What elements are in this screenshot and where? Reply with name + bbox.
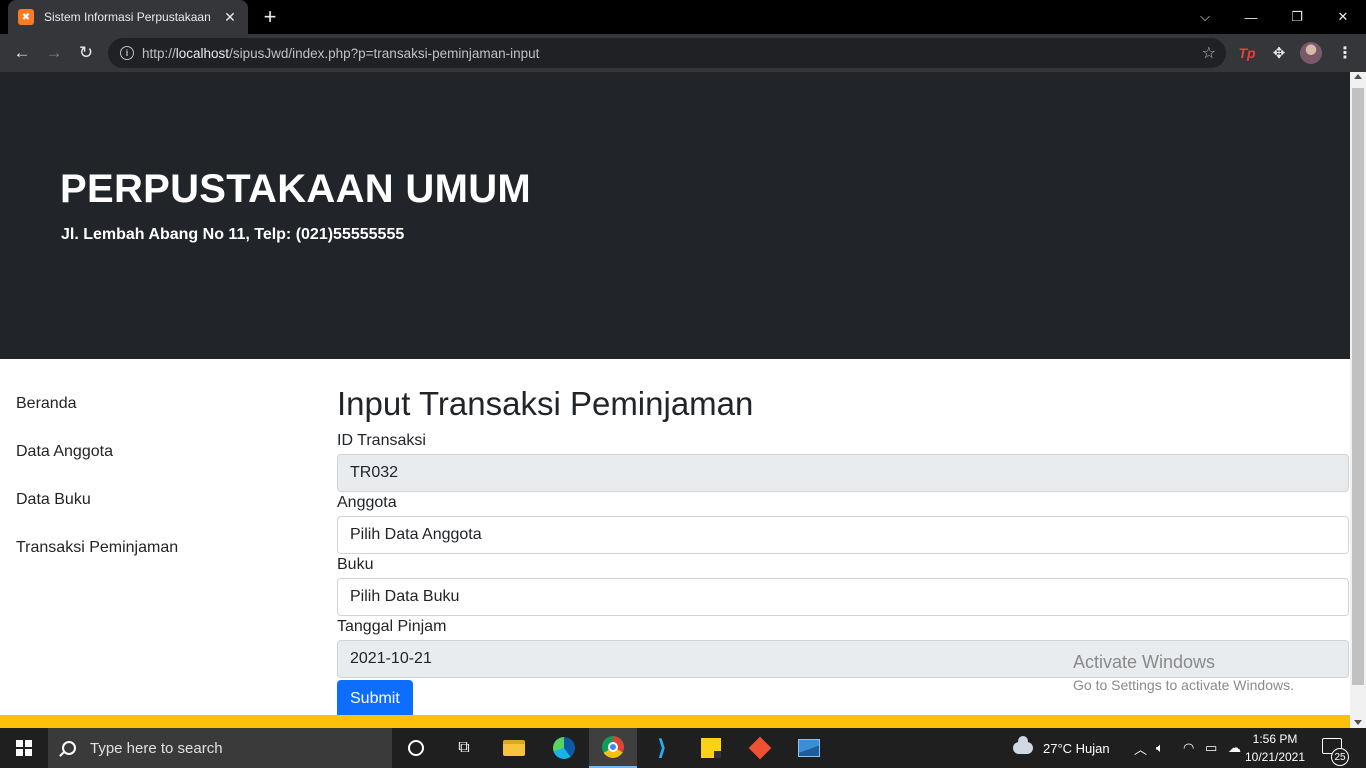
vscode-icon: ⟩ bbox=[656, 735, 668, 760]
windows-logo-icon bbox=[16, 740, 32, 756]
chrome-icon bbox=[602, 736, 624, 758]
window-close-icon[interactable]: ✕ bbox=[1320, 0, 1366, 34]
tanggal-pinjam-label: Tanggal Pinjam bbox=[337, 618, 447, 635]
scroll-down-icon[interactable] bbox=[1354, 720, 1362, 725]
edge-icon bbox=[553, 737, 575, 759]
profile-avatar[interactable] bbox=[1300, 42, 1322, 64]
anggota-select[interactable]: Pilih Data Anggota bbox=[337, 516, 1349, 554]
sidebar-item-transaksi-peminjaman[interactable]: Transaksi Peminjaman bbox=[16, 538, 178, 586]
reload-icon[interactable]: ↻ bbox=[73, 40, 99, 66]
rain-cloud-icon bbox=[1013, 736, 1033, 754]
address-bar[interactable]: i http://localhost/sipusJwd/index.php?p=… bbox=[108, 38, 1226, 68]
id-transaksi-label: ID Transaksi bbox=[337, 432, 426, 449]
sticky-notes-icon bbox=[701, 738, 721, 758]
activate-windows-title: Activate Windows bbox=[1073, 652, 1216, 672]
forward-icon[interactable]: → bbox=[41, 40, 67, 66]
site-info-icon[interactable]: i bbox=[120, 46, 134, 60]
xampp-icon: ✖ bbox=[18, 9, 34, 25]
cortana-icon bbox=[408, 740, 424, 756]
extensions-puzzle-icon[interactable]: ✥ bbox=[1268, 42, 1290, 64]
restore-icon[interactable]: ❐ bbox=[1274, 0, 1320, 34]
url-scheme: http:// bbox=[142, 45, 176, 61]
photos-icon bbox=[798, 739, 820, 757]
file-explorer-button[interactable] bbox=[490, 728, 538, 768]
tab-search-chevron-icon[interactable]: ⌵ bbox=[1182, 0, 1228, 34]
extension-tp-label: Tp bbox=[1238, 45, 1256, 61]
hero-header: PERPUSTAKAAN UMUM Jl. Lembah Abang No 11… bbox=[0, 72, 1350, 359]
task-view-icon: ⧉ bbox=[458, 739, 470, 756]
scroll-up-icon[interactable] bbox=[1354, 74, 1362, 79]
browser-toolbar: ← → ↻ i http://localhost/sipusJwd/index.… bbox=[0, 34, 1366, 72]
git-button[interactable] bbox=[736, 728, 784, 768]
weather-widget[interactable]: 27°C Hujan bbox=[1013, 728, 1110, 768]
new-tab-icon[interactable]: + bbox=[258, 6, 282, 28]
page-scrollbar[interactable] bbox=[1350, 72, 1366, 728]
cortana-button[interactable] bbox=[392, 728, 440, 768]
buku-label: Buku bbox=[337, 556, 374, 573]
photos-button[interactable] bbox=[785, 728, 833, 768]
browser-titlebar: ✖ Sistem Informasi Perpustakaan ✕ + ⌵ — … bbox=[0, 0, 1366, 34]
url-text[interactable]: http://localhost/sipusJwd/index.php?p=tr… bbox=[142, 46, 1202, 61]
activate-windows-watermark: Activate Windows Go to Settings to activ… bbox=[1073, 652, 1294, 693]
sidebar-item-beranda[interactable]: Beranda bbox=[16, 394, 178, 442]
vscode-button[interactable]: ⟩ bbox=[638, 728, 686, 768]
tray-chevron[interactable]: ︿ bbox=[1134, 728, 1147, 768]
task-view-button[interactable]: ⧉ bbox=[440, 728, 488, 768]
battery-icon: ▭ bbox=[1205, 740, 1218, 755]
sidebar-nav: Beranda Data Anggota Data Buku Transaksi… bbox=[16, 394, 178, 586]
git-icon bbox=[748, 736, 772, 760]
wifi-icon: ◠ bbox=[1183, 740, 1195, 755]
weather-text: 27°C Hujan bbox=[1043, 740, 1110, 756]
volume-button[interactable]: 🔈︎ bbox=[1156, 728, 1164, 768]
edge-button[interactable] bbox=[540, 728, 588, 768]
clock-date: 10/21/2021 bbox=[1244, 750, 1306, 764]
minimize-icon[interactable]: — bbox=[1228, 0, 1274, 34]
url-path: /sipusJwd/index.php?p=transaksi-peminjam… bbox=[229, 45, 540, 61]
tab-title: Sistem Informasi Perpustakaan bbox=[44, 10, 211, 24]
taskbar-search[interactable]: Type here to search bbox=[48, 728, 392, 768]
bookmark-star-icon[interactable]: ☆ bbox=[1202, 43, 1216, 63]
url-host: localhost bbox=[175, 45, 230, 61]
anggota-label: Anggota bbox=[337, 494, 397, 511]
submit-button[interactable]: Submit bbox=[337, 680, 413, 718]
network-button[interactable]: ◠ bbox=[1183, 728, 1194, 768]
notification-count-badge[interactable]: 25 bbox=[1331, 748, 1349, 766]
search-placeholder: Type here to search bbox=[90, 739, 223, 757]
sidebar-item-data-buku[interactable]: Data Buku bbox=[16, 490, 178, 538]
browser-menu-icon[interactable]: ⋮ bbox=[1334, 42, 1356, 64]
browser-tab[interactable]: ✖ Sistem Informasi Perpustakaan ✕ bbox=[8, 0, 248, 34]
extension-tp-icon[interactable]: Tp bbox=[1236, 42, 1258, 64]
buku-select[interactable]: Pilih Data Buku bbox=[337, 578, 1349, 616]
start-button[interactable] bbox=[0, 728, 48, 768]
windows-taskbar: Type here to search ⧉ ⟩ 27°C Hujan ︿ 🔈︎ … bbox=[0, 728, 1366, 768]
sidebar-item-data-anggota[interactable]: Data Anggota bbox=[16, 442, 178, 490]
chrome-button[interactable] bbox=[589, 728, 637, 768]
clock-time: 1:56 PM bbox=[1252, 732, 1298, 746]
site-title: PERPUSTAKAAN UMUM bbox=[60, 167, 532, 211]
close-icon[interactable]: ✕ bbox=[222, 9, 238, 26]
battery-button[interactable]: ▭ bbox=[1205, 728, 1217, 768]
speaker-icon: 🔈︎ bbox=[1156, 740, 1164, 755]
scroll-thumb[interactable] bbox=[1352, 88, 1364, 685]
search-icon bbox=[62, 741, 76, 755]
back-icon[interactable]: ← bbox=[9, 40, 35, 66]
page-title: Input Transaksi Peminjaman bbox=[337, 385, 754, 422]
footer-band bbox=[0, 715, 1350, 728]
sticky-notes-button[interactable] bbox=[687, 728, 735, 768]
site-address: Jl. Lembah Abang No 11, Telp: (021)55555… bbox=[61, 226, 405, 243]
taskbar-clock[interactable]: 1:56 PM 10/21/2021 bbox=[1240, 730, 1310, 766]
id-transaksi-field[interactable]: TR032 bbox=[337, 454, 1349, 492]
folder-icon bbox=[503, 740, 525, 756]
activate-windows-subtitle: Go to Settings to activate Windows. bbox=[1073, 677, 1294, 693]
avatar-image bbox=[1300, 42, 1322, 64]
page-viewport: PERPUSTAKAAN UMUM Jl. Lembah Abang No 11… bbox=[0, 72, 1350, 728]
chevron-up-icon: ︿ bbox=[1134, 741, 1148, 757]
